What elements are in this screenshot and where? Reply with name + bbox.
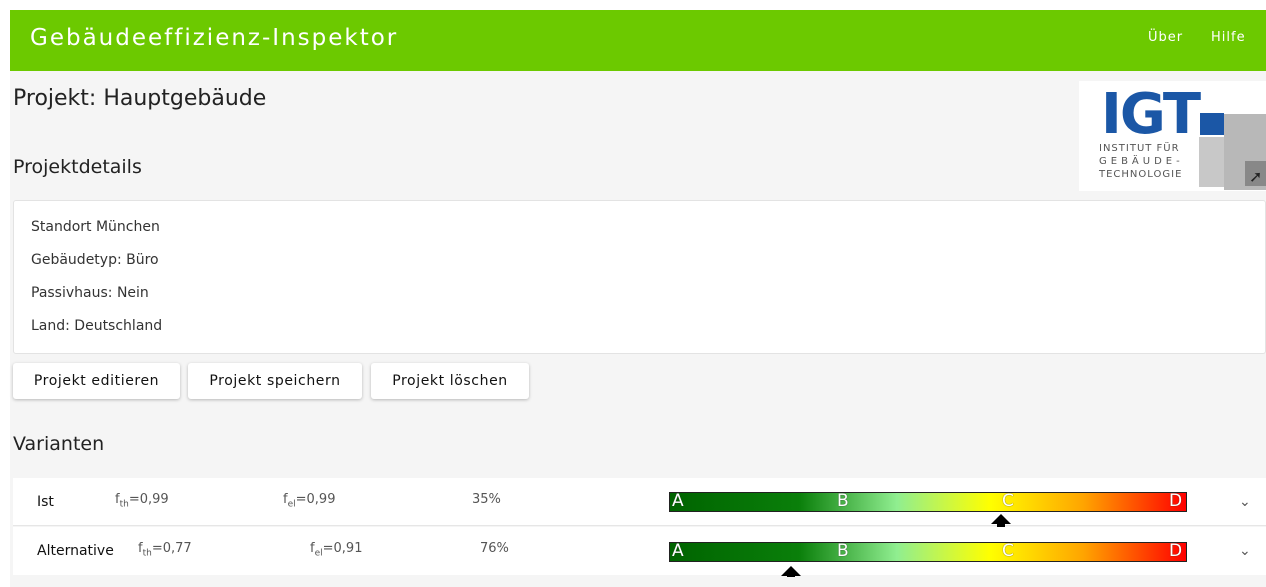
app-title: Gebäudeeffizienz-Inspektor (30, 25, 399, 51)
detail-passive-house: Passivhaus: Nein (31, 285, 149, 301)
variant-percent: 35% (472, 492, 501, 507)
variants-heading: Varianten (13, 433, 105, 455)
detail-country: Land: Deutschland (31, 318, 163, 334)
project-details-heading: Projektdetails (13, 156, 142, 178)
detail-building-type: Gebäudetyp: Büro (31, 252, 159, 268)
nav-help-link[interactable]: Hilfe (1211, 30, 1246, 45)
save-project-button[interactable]: Projekt speichern (188, 363, 362, 399)
variant-percent: 76% (480, 541, 509, 556)
variant-name: Ist (37, 494, 54, 510)
edit-project-button[interactable]: Projekt editieren (13, 363, 180, 399)
chevron-down-icon[interactable]: ⌄ (1239, 494, 1251, 510)
nav-about-link[interactable]: Über (1148, 30, 1183, 45)
variant-fel: fel=0,91 (310, 541, 363, 559)
igt-logo: IGT INSTITUT FÜR GEBÄUDE- TECHNOLOGIE ➚ (1079, 81, 1266, 191)
variant-fth: fth=0,77 (138, 541, 192, 559)
logo-line-3: TECHNOLOGIE (1099, 169, 1183, 180)
logo-line-2: GEBÄUDE- (1099, 156, 1184, 167)
scale-letter-a: A (672, 491, 684, 511)
chevron-down-icon[interactable]: ⌄ (1239, 543, 1251, 559)
page-title: Projekt: Hauptgebäude (13, 86, 267, 111)
arrow-up-icon (780, 566, 801, 577)
variant-fel: fel=0,99 (283, 492, 336, 510)
scale-letter-d: D (1169, 541, 1183, 561)
scale-letter-c: C (1002, 491, 1014, 511)
logo-blue-square (1200, 113, 1224, 135)
logo-line-1: INSTITUT FÜR (1099, 143, 1180, 154)
delete-project-button[interactable]: Projekt löschen (371, 363, 529, 399)
scale-letter-a: A (672, 541, 684, 561)
efficiency-scale: A B C D (669, 541, 1187, 562)
logo-wordmark: IGT (1101, 82, 1201, 147)
scale-letter-b: B (837, 541, 849, 561)
variant-row-alternative[interactable]: Alternative fth=0,77 fel=0,91 76% A B C … (13, 527, 1266, 577)
variant-name: Alternative (37, 543, 114, 559)
scale-letter-b: B (837, 491, 849, 511)
detail-location: Standort München (31, 219, 160, 235)
variant-fth: fth=0,99 (115, 492, 169, 510)
app-bar: Gebäudeeffizienz-Inspektor Über Hilfe (10, 10, 1266, 71)
efficiency-scale: A B C D (669, 491, 1187, 512)
main-content: Projekt: Hauptgebäude IGT INSTITUT FÜR G… (10, 71, 1266, 587)
project-details-card: Standort München Gebäudetyp: Büro Passiv… (13, 200, 1266, 354)
variant-row-ist[interactable]: Ist fth=0,99 fel=0,99 35% A B C D ⌄ (13, 478, 1266, 534)
scale-letter-d: D (1169, 491, 1183, 511)
mouse-pointer-icon: ➚ (1249, 167, 1263, 186)
scale-letter-c: C (1002, 541, 1014, 561)
